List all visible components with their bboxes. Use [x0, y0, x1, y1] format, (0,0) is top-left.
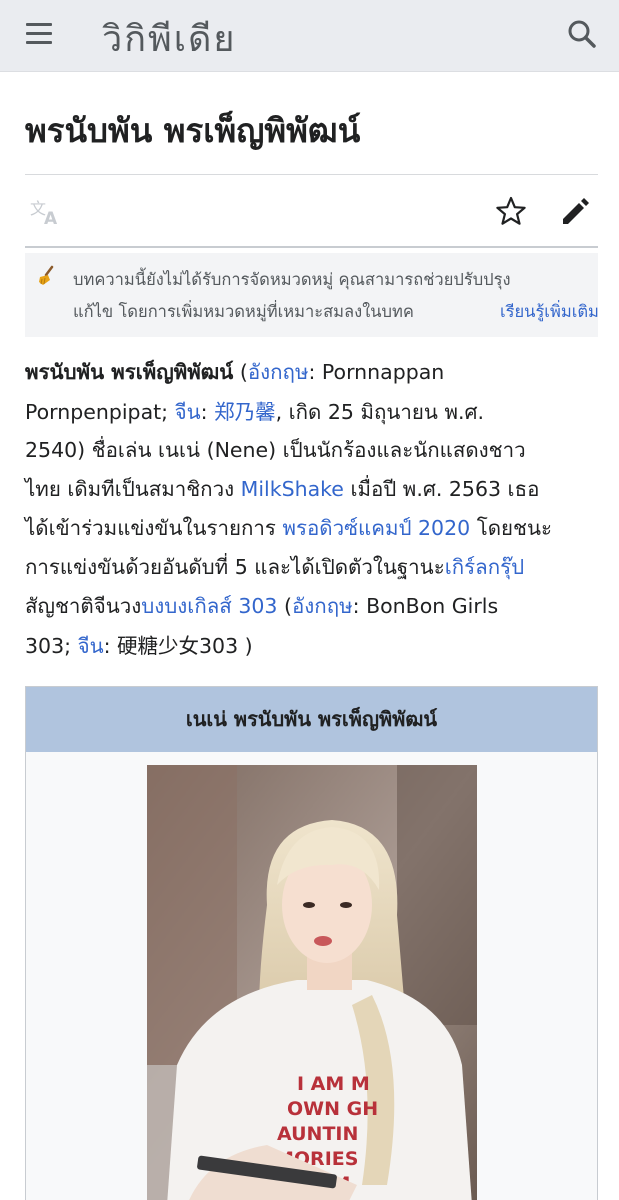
girl-group-link[interactable]: เกิร์ลกรุ๊ป [445, 555, 524, 579]
chinese-name-link[interactable]: 郑乃馨 [214, 400, 276, 424]
toolbar-divider [25, 246, 598, 248]
title-divider [25, 174, 598, 175]
english-language-link-2[interactable]: อังกฤษ [292, 594, 353, 618]
learn-more-link[interactable]: เรียนรู้เพิ่มเติม [500, 299, 598, 325]
text: : [200, 400, 215, 424]
wikipedia-wordmark[interactable]: วิกิพีเดีย [102, 10, 237, 67]
text: Pornpenpipat; [25, 400, 175, 424]
paragraph-line-4: ไทย เดิมทีเป็นสมาชิกวง MilkShake เมื่อปี… [25, 473, 601, 506]
search-icon[interactable] [562, 14, 602, 54]
language-icon[interactable]: 文 A [28, 196, 64, 229]
text: : BonBon Girls [352, 594, 499, 618]
text: , เกิด 25 มิถุนายน พ.ศ. [275, 400, 485, 424]
text: 303; [25, 634, 78, 658]
produce-camp-link[interactable]: พรอดิวซ์แคมป์ 2020 [282, 516, 470, 540]
english-language-link[interactable]: อังกฤษ [248, 360, 309, 384]
infobox-title: เนเน่ พรนับพัน พรเพ็ญพิพัฒน์ [26, 687, 597, 752]
notice-text-line-1: บทความนี้ยังไม่ได้รับการจัดหมวดหมู่ คุณส… [73, 270, 511, 289]
page-title: พรนับพัน พรเพ็ญพิพัฒน์ [25, 111, 361, 150]
notice-fade-overlay [435, 291, 495, 331]
paragraph-line-1: พรนับพัน พรเพ็ญพิพัฒน์ (อังกฤษ: Pornnapp… [25, 356, 601, 389]
shirt-text-1: I AM M [297, 1073, 370, 1095]
paragraph-line-3: 2540) ชื่อเล่น เนเน่ (Nene) เป็นนักร้องแ… [25, 434, 601, 467]
edit-pencil-icon[interactable] [559, 194, 593, 228]
text: ( [233, 360, 248, 384]
hamburger-menu-icon[interactable] [14, 14, 58, 54]
subject-name: พรนับพัน พรเพ็ญพิพัฒน์ [25, 360, 234, 384]
svg-text:A: A [44, 209, 58, 228]
text: สัญชาติจีนวง [25, 594, 142, 618]
text: : 硬糖少女303 ) [103, 634, 253, 658]
text: ได้เข้าร่วมแข่งขันในรายการ [25, 516, 283, 540]
chinese-language-link-2[interactable]: จีน [78, 634, 104, 658]
text: ( [277, 594, 292, 618]
profile-photo[interactable]: I AM M OWN GH AUNTIN MORIES THE M [147, 765, 477, 1200]
paragraph-line-7: สัญชาติจีนวงบงบงเกิลส์ 303 (อังกฤษ: BonB… [25, 590, 601, 623]
paragraph-line-2: Pornpenpipat; จีน: 郑乃馨, เกิด 25 มิถุนายน… [25, 395, 601, 429]
top-bar: วิกิพีเดีย [0, 0, 619, 72]
text: : Pornnappan [308, 360, 445, 384]
milkshake-link[interactable]: MilkShake [241, 477, 344, 501]
text: การแข่งขันด้วยอันดับที่ 5 และได้เปิดตัวใ… [25, 555, 445, 579]
text: โดยชนะ [470, 516, 552, 540]
text: เมื่อปี พ.ศ. 2563 เธอ [343, 477, 540, 501]
paragraph-line-5: ได้เข้าร่วมแข่งขันในรายการ พรอดิวซ์แคมป์… [25, 512, 601, 545]
broom-icon [37, 265, 57, 287]
paragraph-line-8: 303; จีน: 硬糖少女303 ) [25, 629, 601, 663]
bonbon-girls-link[interactable]: บงบงเกิลส์ 303 [141, 594, 277, 618]
paragraph-line-6: การแข่งขันด้วยอันดับที่ 5 และได้เปิดตัวใ… [25, 551, 601, 584]
shirt-text-3: AUNTIN [277, 1123, 358, 1145]
chinese-language-link[interactable]: จีน [175, 400, 201, 424]
unclassified-notice-box[interactable]: บทความนี้ยังไม่ได้รับการจัดหมวดหมู่ คุณส… [25, 253, 598, 337]
text: 2540) ชื่อเล่น เนเน่ (Nene) เป็นนักร้องแ… [25, 438, 526, 462]
infobox: เนเน่ พรนับพัน พรเพ็ญพิพัฒน์ I AM M OWN … [25, 686, 598, 1200]
shirt-text-2: OWN GH [287, 1098, 378, 1120]
star-icon[interactable] [494, 194, 528, 228]
text: ไทย เดิมทีเป็นสมาชิกวง [25, 477, 241, 501]
notice-text-line-2: แก้ไข โดยการเพิ่มหมวดหมู่ที่เหมาะสมลงในบ… [73, 302, 414, 321]
